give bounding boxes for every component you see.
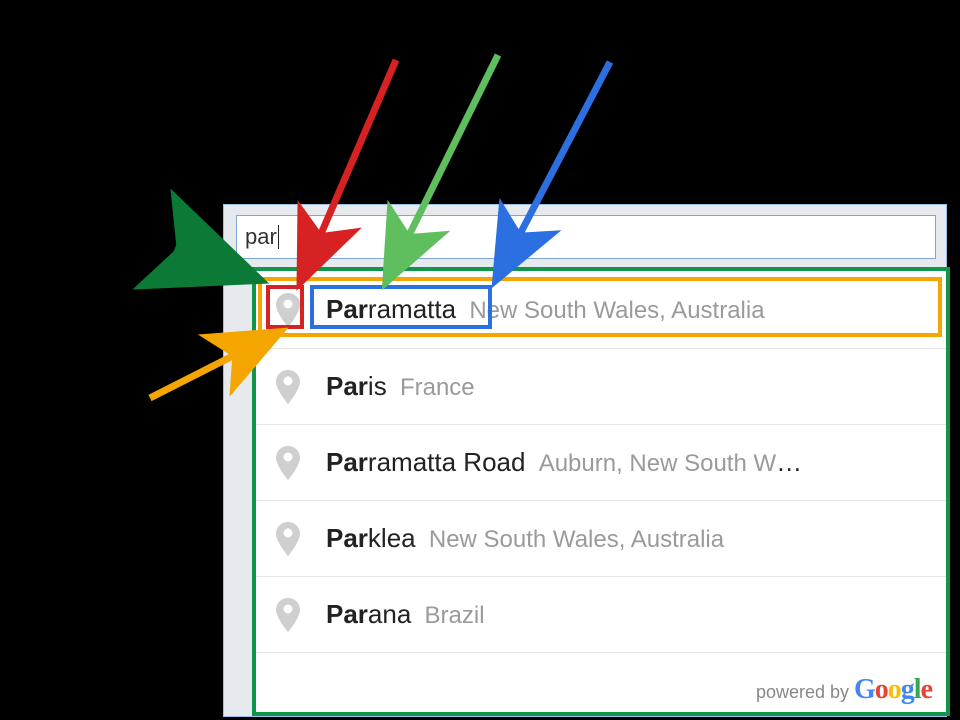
map-pin-icon <box>276 598 300 632</box>
powered-by-text: powered by <box>756 682 854 702</box>
suggestion-text: Parana Brazil <box>326 599 485 630</box>
suggestion-text: Paris France <box>326 371 475 402</box>
google-logo: Google <box>854 674 932 705</box>
attribution-footer: powered by Google <box>756 674 932 706</box>
suggestion-item[interactable]: Parklea New South Wales, Australia <box>256 501 946 577</box>
autocomplete-panel: par Parramatta New South Wales, Australi… <box>223 204 947 717</box>
suggestion-item[interactable]: Parramatta New South Wales, Australia <box>256 271 946 349</box>
search-input-container[interactable]: par <box>236 215 936 259</box>
map-pin-icon <box>276 370 300 404</box>
suggestion-text: Parramatta Road Auburn, New South W… <box>326 447 804 478</box>
map-pin-icon <box>276 446 300 480</box>
map-pin-icon <box>276 522 300 556</box>
suggestion-item[interactable]: Paris France <box>256 349 946 425</box>
suggestion-text: Parramatta New South Wales, Australia <box>326 294 765 325</box>
suggestions-dropdown: Parramatta New South Wales, Australia Pa… <box>252 267 950 716</box>
suggestion-item[interactable]: Parana Brazil <box>256 577 946 653</box>
map-pin-icon <box>276 293 300 327</box>
suggestion-item[interactable]: Parramatta Road Auburn, New South W… <box>256 425 946 501</box>
suggestion-text: Parklea New South Wales, Australia <box>326 523 724 554</box>
